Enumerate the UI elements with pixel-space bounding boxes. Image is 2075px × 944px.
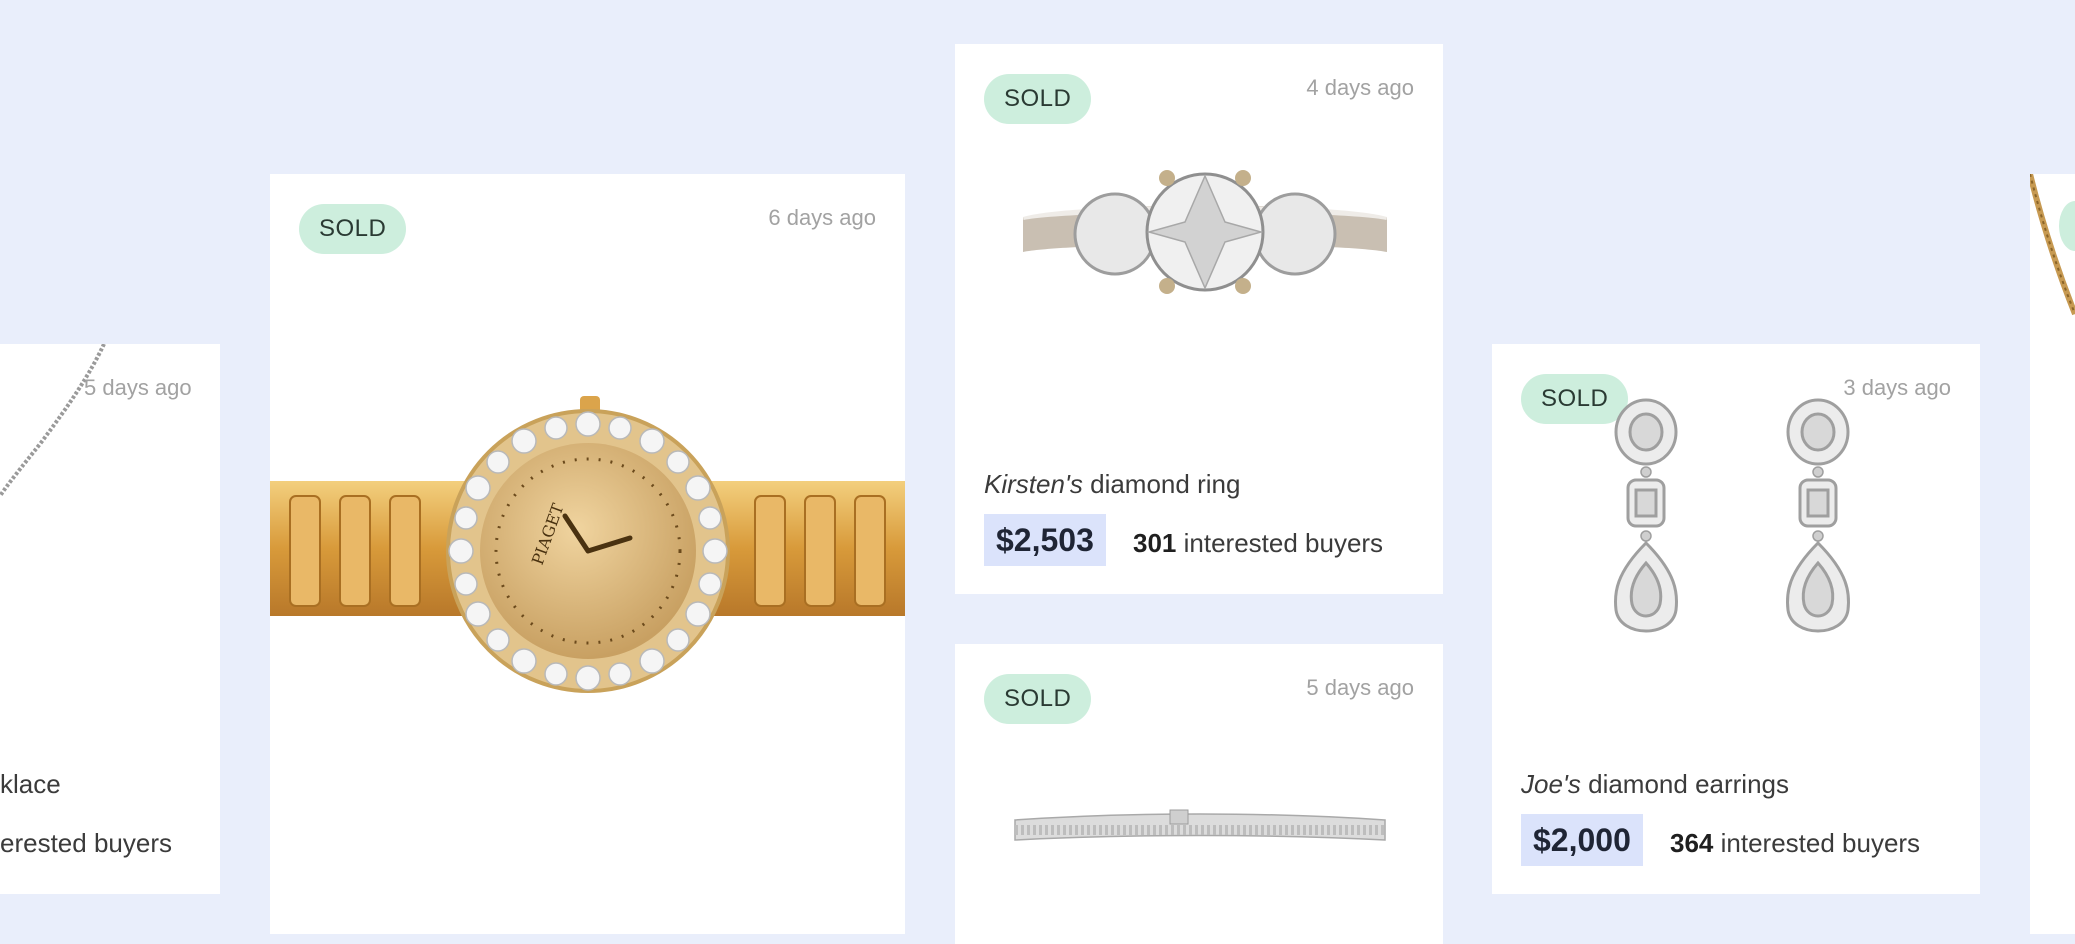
buyers-count: 364 xyxy=(1670,828,1714,858)
buyers-label: interested buyers xyxy=(1176,528,1384,558)
ring-image xyxy=(1022,170,1388,294)
listing-item: diamond ring xyxy=(1082,469,1241,499)
listing-card-watch[interactable]: SOLD 6 days ago PIAGET xyxy=(270,174,905,934)
listing-item: diamond earrings xyxy=(1580,769,1790,799)
listing-title: Kirsten's diamond ring xyxy=(984,469,1240,500)
listing-owner: Joe's xyxy=(1521,769,1581,799)
interested-buyers: 301 interested buyers xyxy=(1133,528,1383,559)
listing-title: Joe's diamond earrings xyxy=(1521,769,1789,800)
buyers-label: interested buyers xyxy=(1713,828,1921,858)
bracelet-image xyxy=(1014,809,1386,841)
interested-buyers: erested buyers xyxy=(0,828,172,858)
buyers-count: 301 xyxy=(1133,528,1177,558)
listing-card-necklace[interactable]: 5 days ago klace erested buyers xyxy=(0,344,220,894)
listing-price: $2,000 xyxy=(1521,814,1643,866)
listing-time: 4 days ago xyxy=(1306,75,1414,100)
watch-image: PIAGET xyxy=(270,396,905,693)
listing-title: klace xyxy=(0,769,61,799)
listing-card-ring[interactable]: SOLD 4 days ago Kirsten's diamond ring $… xyxy=(955,44,1443,594)
listing-card-earrings[interactable]: SOLD 3 days ago Joe's diamond earrings $… xyxy=(1492,344,1980,894)
listing-time: 5 days ago xyxy=(84,375,192,400)
listing-time: 6 days ago xyxy=(768,205,876,230)
interested-buyers: 364 interested buyers xyxy=(1670,828,1920,859)
listing-card-partial-right[interactable] xyxy=(2030,174,2075,934)
sold-badge: SOLD xyxy=(299,204,407,254)
listing-price: $2,503 xyxy=(984,514,1106,566)
sold-badge: SOLD xyxy=(984,74,1092,124)
earrings-image xyxy=(1614,398,1850,633)
sold-badge: SOLD xyxy=(984,674,1092,724)
chain-image xyxy=(2030,174,2075,316)
listing-time: 5 days ago xyxy=(1306,675,1414,700)
listing-card-bracelet[interactable]: SOLD 5 days ago xyxy=(955,644,1443,944)
listing-owner: Kirsten's xyxy=(984,469,1083,499)
